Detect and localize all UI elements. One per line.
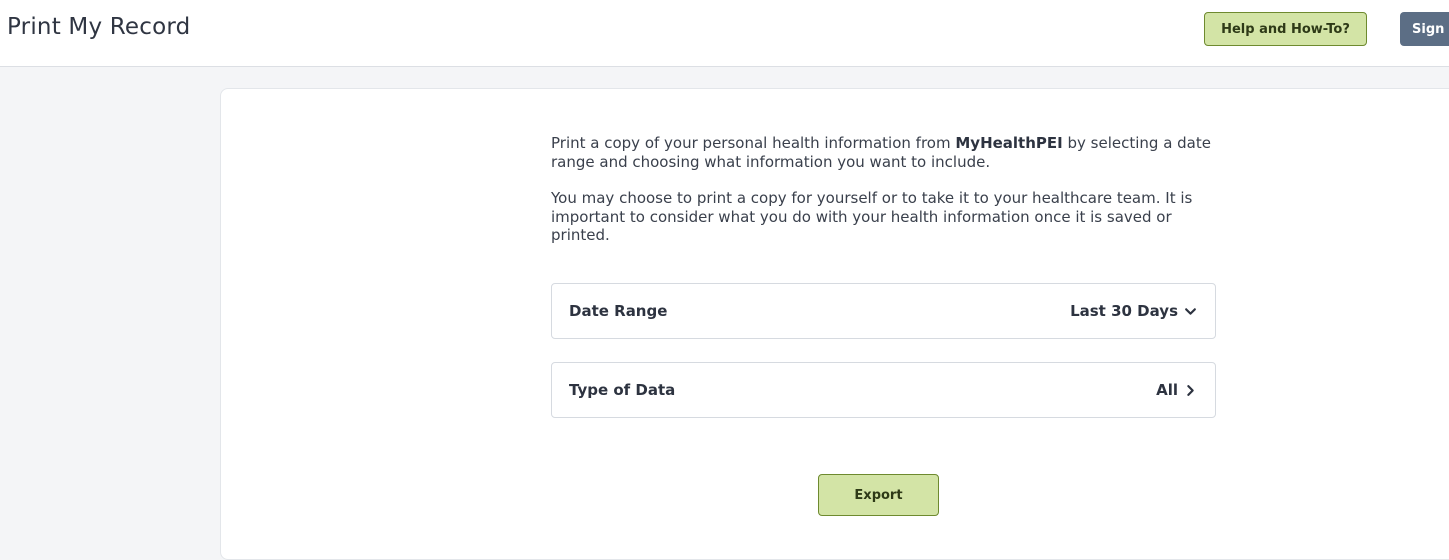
type-of-data-selector[interactable]: Type of Data All [551, 362, 1216, 418]
export-button[interactable]: Export [818, 474, 939, 516]
type-of-data-value-group: All [1156, 381, 1197, 399]
help-button[interactable]: Help and How-To? [1204, 12, 1367, 46]
brand-name: MyHealthPEI [955, 134, 1063, 152]
top-bar: Print My Record Help and How-To? Sign [0, 0, 1449, 67]
chevron-down-icon [1184, 305, 1197, 318]
sign-button[interactable]: Sign [1400, 12, 1449, 46]
date-range-selector[interactable]: Date Range Last 30 Days [551, 283, 1216, 339]
type-of-data-label: Type of Data [569, 381, 676, 399]
date-range-value: Last 30 Days [1070, 302, 1178, 320]
type-of-data-value: All [1156, 381, 1178, 399]
intro-text: Print a copy of your personal health inf… [551, 134, 1217, 245]
page-title: Print My Record [7, 14, 191, 40]
intro-paragraph-1: Print a copy of your personal health inf… [551, 134, 1217, 171]
chevron-right-icon [1184, 384, 1197, 397]
date-range-value-group: Last 30 Days [1070, 302, 1197, 320]
intro-text-before: Print a copy of your personal health inf… [551, 134, 956, 152]
intro-paragraph-2: You may choose to print a copy for yours… [551, 189, 1193, 244]
date-range-label: Date Range [569, 302, 668, 320]
